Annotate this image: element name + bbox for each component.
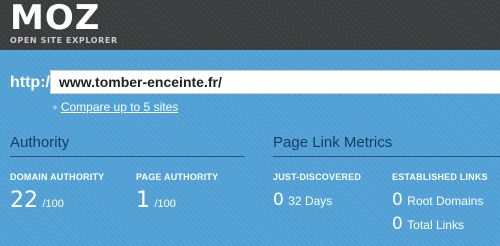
product-subtitle: OPEN SITE EXPLORER (10, 36, 118, 45)
total-links-value: 0 Total Links (392, 214, 464, 234)
top-bar: MOZ OPEN SITE EXPLORER (0, 0, 500, 50)
page-link-metrics-heading: Page Link Metrics (273, 134, 393, 151)
domain-authority-number: 22 (10, 188, 38, 213)
established-links-label: ESTABLISHED LINKS (392, 172, 488, 182)
domain-authority-value: 22 /100 (10, 188, 64, 213)
url-input[interactable] (50, 70, 500, 94)
page-authority-label: PAGE AUTHORITY (136, 172, 219, 182)
total-links-label: Total Links (407, 218, 464, 232)
compare-link-label: Compare up to 5 sites (60, 100, 179, 114)
page-authority-suffix: /100 (154, 198, 176, 210)
just-discovered-label: JUST-DISCOVERED (273, 172, 362, 182)
root-domains-number: 0 (392, 190, 403, 210)
authority-divider (10, 156, 245, 157)
compare-link[interactable]: + Compare up to 5 sites (52, 100, 178, 114)
page-link-metrics-divider (273, 156, 500, 157)
http-prefix-label: http:// (10, 74, 55, 91)
just-discovered-value: 0 32 Days (273, 190, 332, 210)
root-domains-value: 0 Root Domains (392, 190, 483, 210)
root-domains-label: Root Domains (407, 194, 484, 208)
domain-authority-suffix: /100 (42, 198, 64, 210)
domain-authority-label: DOMAIN AUTHORITY (10, 172, 105, 182)
moz-logo[interactable]: MOZ (10, 0, 100, 36)
total-links-number: 0 (392, 214, 403, 234)
authority-heading: Authority (10, 134, 70, 151)
plus-icon: + (52, 103, 58, 114)
just-discovered-period: 32 Days (288, 194, 333, 208)
page-authority-value: 1 /100 (136, 188, 176, 213)
page-authority-number: 1 (136, 188, 150, 213)
just-discovered-number: 0 (273, 190, 284, 210)
